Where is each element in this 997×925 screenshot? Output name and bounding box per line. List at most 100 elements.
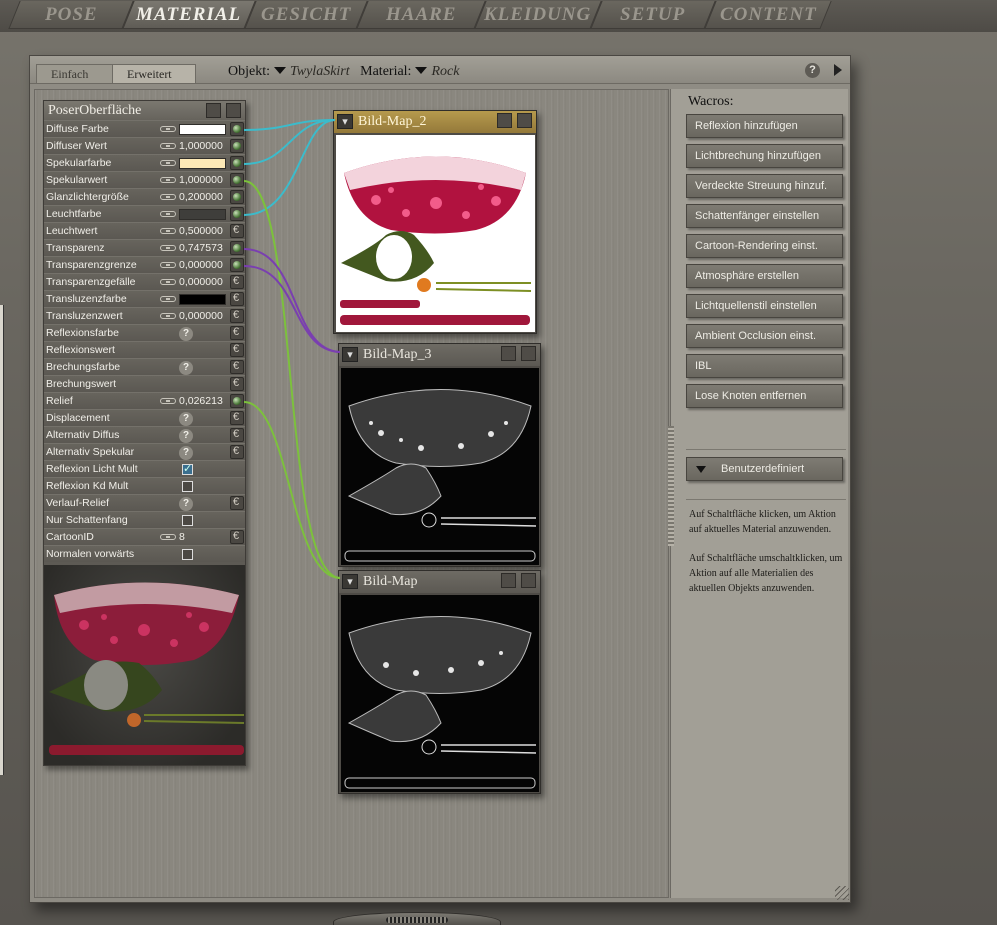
tab-material[interactable]: MATERIAL <box>122 1 256 29</box>
param-value[interactable]: 0,500000 <box>179 225 223 237</box>
node-options-icon[interactable] <box>501 346 516 361</box>
wacro-button[interactable]: Lichtquellenstil einstellen <box>686 294 843 318</box>
image-map-node-2-title[interactable]: ▾ Bild-Map_2 <box>334 111 536 133</box>
param-row-leuchtfarbe[interactable]: Leuchtfarbe <box>44 205 245 222</box>
link-chain-icon[interactable] <box>160 262 176 268</box>
poser-node-title[interactable]: PoserOberfläche <box>44 101 245 120</box>
param-row-transparenzgefälle[interactable]: Transparenzgefälle 0,000000 <box>44 273 245 290</box>
tab-kleidung[interactable]: KLEIDUNG <box>474 1 602 29</box>
node-options-icon[interactable] <box>501 573 516 588</box>
tab-setup[interactable]: SETUP <box>590 1 716 29</box>
color-swatch[interactable] <box>179 294 226 305</box>
node-preview-eye-icon[interactable] <box>521 346 536 361</box>
link-chain-icon[interactable] <box>160 398 176 404</box>
color-swatch[interactable] <box>179 124 226 135</box>
tab-einfach[interactable]: Einfach <box>36 64 116 83</box>
param-row-transparenzgrenze[interactable]: Transparenzgrenze 0,000000 <box>44 256 245 273</box>
param-row-transluzenzfarbe[interactable]: Transluzenzfarbe <box>44 290 245 307</box>
wacro-button[interactable]: Lose Knoten entfernen <box>686 384 843 408</box>
param-value[interactable]: 0,000000 <box>179 276 223 288</box>
question-icon[interactable]: ? <box>179 412 193 426</box>
input-port-icon[interactable] <box>230 411 244 425</box>
param-row-displacement[interactable]: Displacement? <box>44 409 245 426</box>
param-value[interactable]: 0,000000 <box>179 310 223 322</box>
param-row-brechungsfarbe[interactable]: Brechungsfarbe? <box>44 358 245 375</box>
param-value[interactable]: 8 <box>179 531 185 543</box>
node-options-icon[interactable] <box>206 103 221 118</box>
tab-erweitert[interactable]: Erweitert <box>112 64 196 83</box>
input-port-connected-icon[interactable] <box>230 241 244 255</box>
question-icon[interactable]: ? <box>179 327 193 341</box>
param-value[interactable]: 1,000000 <box>179 174 223 186</box>
input-port-connected-icon[interactable] <box>230 173 244 187</box>
link-chain-icon[interactable] <box>160 279 176 285</box>
link-chain-icon[interactable] <box>160 177 176 183</box>
input-port-icon[interactable] <box>230 428 244 442</box>
param-row-nur-schattenfang[interactable]: Nur Schattenfang <box>44 511 245 528</box>
input-port-icon[interactable] <box>230 275 244 289</box>
param-row-verlauf-relief[interactable]: Verlauf-Relief? <box>44 494 245 511</box>
param-value[interactable]: 0,747573 <box>179 242 223 254</box>
param-value[interactable]: 1,000000 <box>179 140 223 152</box>
object-value[interactable]: TwylaSkirt <box>290 64 350 79</box>
param-row-reflexionsfarbe[interactable]: Reflexionsfarbe? <box>44 324 245 341</box>
wacro-button[interactable]: Reflexion hinzufügen <box>686 114 843 138</box>
link-chain-icon[interactable] <box>160 296 176 302</box>
param-value[interactable]: 0,000000 <box>179 259 223 271</box>
param-row-spekularwert[interactable]: Spekularwert 1,000000 <box>44 171 245 188</box>
param-value[interactable]: 0,026213 <box>179 395 223 407</box>
image-map-node[interactable]: ▾ Bild-Map <box>338 570 541 794</box>
link-chain-icon[interactable] <box>160 126 176 132</box>
help-icon[interactable]: ? <box>805 63 820 78</box>
input-port-icon[interactable] <box>230 326 244 340</box>
input-port-connected-icon[interactable] <box>230 156 244 170</box>
material-value[interactable]: Rock <box>431 64 459 79</box>
image-map-node-2[interactable]: ▾ Bild-Map_2 <box>333 110 537 334</box>
param-row-relief[interactable]: Relief 0,026213 <box>44 392 245 409</box>
bottom-drawer-handle[interactable] <box>333 912 501 925</box>
color-swatch[interactable] <box>179 209 226 220</box>
wacro-button[interactable]: Cartoon-Rendering einst. <box>686 234 843 258</box>
poser-surface-node[interactable]: PoserOberfläche Diffuse Farbe Diffuser We… <box>43 100 246 766</box>
param-row-spekularfarbe[interactable]: Spekularfarbe <box>44 154 245 171</box>
param-row-cartoonid[interactable]: CartoonID 8 <box>44 528 245 545</box>
node-preview-eye-icon[interactable] <box>517 113 532 128</box>
node-preview-eye-icon[interactable] <box>226 103 241 118</box>
input-port-icon[interactable] <box>230 292 244 306</box>
input-port-icon[interactable] <box>230 530 244 544</box>
tab-gesicht[interactable]: GESICHT <box>244 1 368 29</box>
checkbox[interactable] <box>182 515 193 526</box>
param-row-reflexion-kd-mult[interactable]: Reflexion Kd Mult <box>44 477 245 494</box>
wacro-button[interactable]: Schattenfänger einstellen <box>686 204 843 228</box>
node-preview-eye-icon[interactable] <box>521 573 536 588</box>
link-chain-icon[interactable] <box>160 245 176 251</box>
input-port-icon[interactable] <box>230 343 244 357</box>
link-chain-icon[interactable] <box>160 313 176 319</box>
image-map-node-title[interactable]: ▾ Bild-Map <box>339 571 540 593</box>
wacro-button[interactable]: IBL <box>686 354 843 378</box>
param-row-diffuse-farbe[interactable]: Diffuse Farbe <box>44 120 245 137</box>
param-row-reflexion-licht-mult[interactable]: Reflexion Licht Mult <box>44 460 245 477</box>
wacro-button[interactable]: Ambient Occlusion einst. <box>686 324 843 348</box>
input-port-icon[interactable] <box>230 309 244 323</box>
link-chain-icon[interactable] <box>160 534 176 540</box>
image-map-node-3-title[interactable]: ▾ Bild-Map_3 <box>339 344 540 366</box>
param-row-leuchtwert[interactable]: Leuchtwert 0,500000 <box>44 222 245 239</box>
question-icon[interactable]: ? <box>179 497 193 511</box>
input-port-icon[interactable] <box>230 445 244 459</box>
node-collapse-icon[interactable]: ▾ <box>342 347 358 362</box>
param-row-alternativ-spekular[interactable]: Alternativ Spekular? <box>44 443 245 460</box>
checkbox[interactable] <box>182 481 193 492</box>
node-collapse-icon[interactable]: ▾ <box>342 574 358 589</box>
expand-arrow-icon[interactable] <box>834 64 842 76</box>
param-row-brechungswert[interactable]: Brechungswert <box>44 375 245 392</box>
param-row-alternativ-diffus[interactable]: Alternativ Diffus? <box>44 426 245 443</box>
panel-splitter-handle[interactable] <box>668 426 674 546</box>
question-icon[interactable]: ? <box>179 361 193 375</box>
link-chain-icon[interactable] <box>160 211 176 217</box>
tab-content[interactable]: CONTENT <box>704 1 832 29</box>
image-map-node-3[interactable]: ▾ Bild-Map_3 <box>338 343 541 567</box>
param-row-reflexionswert[interactable]: Reflexionswert <box>44 341 245 358</box>
param-value[interactable]: 0,200000 <box>179 191 223 203</box>
material-dropdown-arrow-icon[interactable] <box>415 67 428 74</box>
